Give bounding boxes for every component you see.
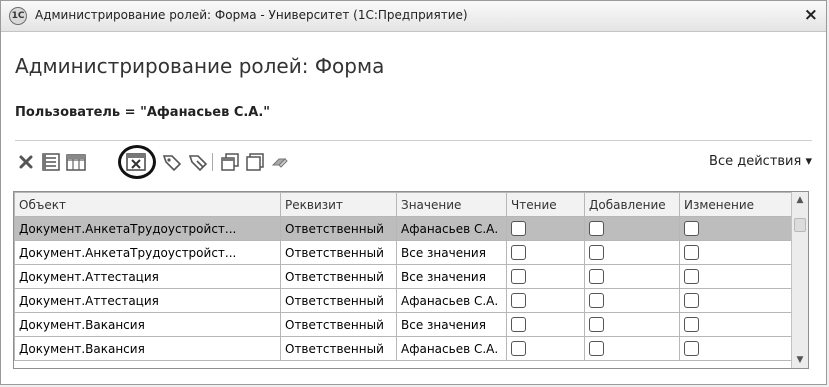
change-checkbox[interactable] [684, 221, 699, 236]
column-header-attribute[interactable]: Реквизит [280, 192, 397, 217]
cell-attribute[interactable]: Ответственный [280, 216, 397, 241]
delete-icon[interactable] [15, 151, 37, 173]
window-icon[interactable] [244, 151, 266, 173]
read-checkbox[interactable] [511, 293, 526, 308]
cell-read [506, 216, 585, 241]
column-header-read[interactable]: Чтение [506, 192, 585, 217]
separator [15, 140, 812, 141]
tag-icon[interactable] [161, 151, 183, 173]
cell-read [506, 264, 585, 289]
table-row[interactable]: Документ.Вакансия Ответственный Все значен… [14, 312, 795, 337]
cell-add [584, 336, 680, 361]
all-actions-menu[interactable]: Все действия ▾ [709, 154, 812, 169]
cell-value[interactable]: Все значения [396, 264, 507, 289]
read-checkbox[interactable] [511, 245, 526, 260]
column-header-change[interactable]: Изменение [679, 192, 795, 217]
cell-read [506, 312, 585, 337]
cell-object[interactable]: Документ.АнкетаТрудоустройст... [14, 240, 281, 265]
table-row[interactable]: Документ.АнкетаТрудоустройст... Ответстве… [14, 240, 795, 265]
add-checkbox[interactable] [589, 269, 604, 284]
cell-object[interactable]: Документ.Вакансия [14, 312, 281, 337]
cell-value[interactable]: Все значения [396, 240, 507, 265]
change-checkbox[interactable] [684, 293, 699, 308]
cell-value[interactable]: Афанасьев С.А. [396, 216, 507, 241]
table-row[interactable]: Документ.Вакансия Ответственный Афанасьев … [14, 336, 795, 361]
cell-attribute[interactable]: Ответственный [280, 240, 397, 265]
add-checkbox[interactable] [589, 221, 604, 236]
table-row[interactable]: Документ.АнкетаТрудоустройст... Ответстве… [14, 216, 795, 241]
add-checkbox[interactable] [589, 245, 604, 260]
cell-change [679, 264, 795, 289]
cell-change [679, 312, 795, 337]
cell-attribute[interactable]: Ответственный [280, 312, 397, 337]
column-header-add[interactable]: Добавление [584, 192, 680, 217]
column-header-value[interactable]: Значение [396, 192, 507, 217]
close-button[interactable]: × [804, 5, 818, 25]
copy-icon[interactable] [219, 151, 241, 173]
table-header-row: Объект Реквизит Значение Чтение Добавлен… [14, 192, 795, 217]
cell-read [506, 240, 585, 265]
eraser-icon[interactable] [269, 151, 291, 173]
cell-object[interactable]: Документ.АнкетаТрудоустройст... [14, 216, 281, 241]
cell-change [679, 288, 795, 313]
read-checkbox[interactable] [511, 317, 526, 332]
cell-read [506, 288, 585, 313]
add-checkbox[interactable] [589, 293, 604, 308]
list-icon[interactable] [40, 151, 62, 173]
cell-value[interactable]: Афанасьев С.А. [396, 288, 507, 313]
change-checkbox[interactable] [684, 269, 699, 284]
cell-value[interactable]: Все значения [396, 312, 507, 337]
table-settings-icon[interactable] [65, 151, 87, 173]
highlight-circle [118, 145, 156, 179]
scroll-thumb[interactable] [794, 218, 806, 232]
add-checkbox[interactable] [589, 317, 604, 332]
cell-read [506, 336, 585, 361]
cell-object[interactable]: Документ.Вакансия [14, 336, 281, 361]
change-checkbox[interactable] [684, 341, 699, 356]
scroll-down-icon[interactable]: ▼ [792, 352, 808, 368]
table-row[interactable]: Документ.Аттестация Ответственный Афанасье… [14, 288, 795, 313]
cell-add [584, 264, 680, 289]
cell-add [584, 240, 680, 265]
cell-add [584, 216, 680, 241]
roles-table[interactable]: Объект Реквизит Значение Чтение Добавлен… [13, 191, 809, 369]
cell-attribute[interactable]: Ответственный [280, 264, 397, 289]
cell-change [679, 336, 795, 361]
window-title: Администрирование ролей: Форма - Универс… [35, 8, 468, 22]
read-checkbox[interactable] [511, 221, 526, 236]
cell-add [584, 288, 680, 313]
cell-object[interactable]: Документ.Аттестация [14, 288, 281, 313]
title-bar: 1C Администрирование ролей: Форма - Унив… [1, 1, 826, 32]
scroll-up-icon[interactable]: ▲ [792, 192, 808, 208]
cell-attribute[interactable]: Ответственный [280, 336, 397, 361]
cell-add [584, 312, 680, 337]
read-checkbox[interactable] [511, 341, 526, 356]
cell-object[interactable]: Документ.Аттестация [14, 264, 281, 289]
filter-label: Пользователь = "Афанасьев С.А." [15, 105, 271, 120]
toolbar-separator [212, 153, 213, 171]
form-title: Администрирование ролей: Форма [15, 54, 385, 78]
table-row[interactable]: Документ.Аттестация Ответственный Все знач… [14, 264, 795, 289]
cell-change [679, 216, 795, 241]
read-checkbox[interactable] [511, 269, 526, 284]
vertical-scrollbar[interactable]: ▲ ▼ [791, 192, 808, 368]
window: 1C Администрирование ролей: Форма - Унив… [0, 0, 827, 385]
change-checkbox[interactable] [684, 245, 699, 260]
column-header-object[interactable]: Объект [14, 192, 281, 217]
cell-value[interactable]: Афанасьев С.А. [396, 336, 507, 361]
cell-change [679, 240, 795, 265]
add-checkbox[interactable] [589, 341, 604, 356]
cell-attribute[interactable]: Ответственный [280, 288, 397, 313]
app-logo[interactable]: 1C [9, 7, 27, 25]
change-checkbox[interactable] [684, 317, 699, 332]
untag-icon[interactable] [187, 151, 209, 173]
grid-table: Объект Реквизит Значение Чтение Добавлен… [14, 192, 795, 361]
